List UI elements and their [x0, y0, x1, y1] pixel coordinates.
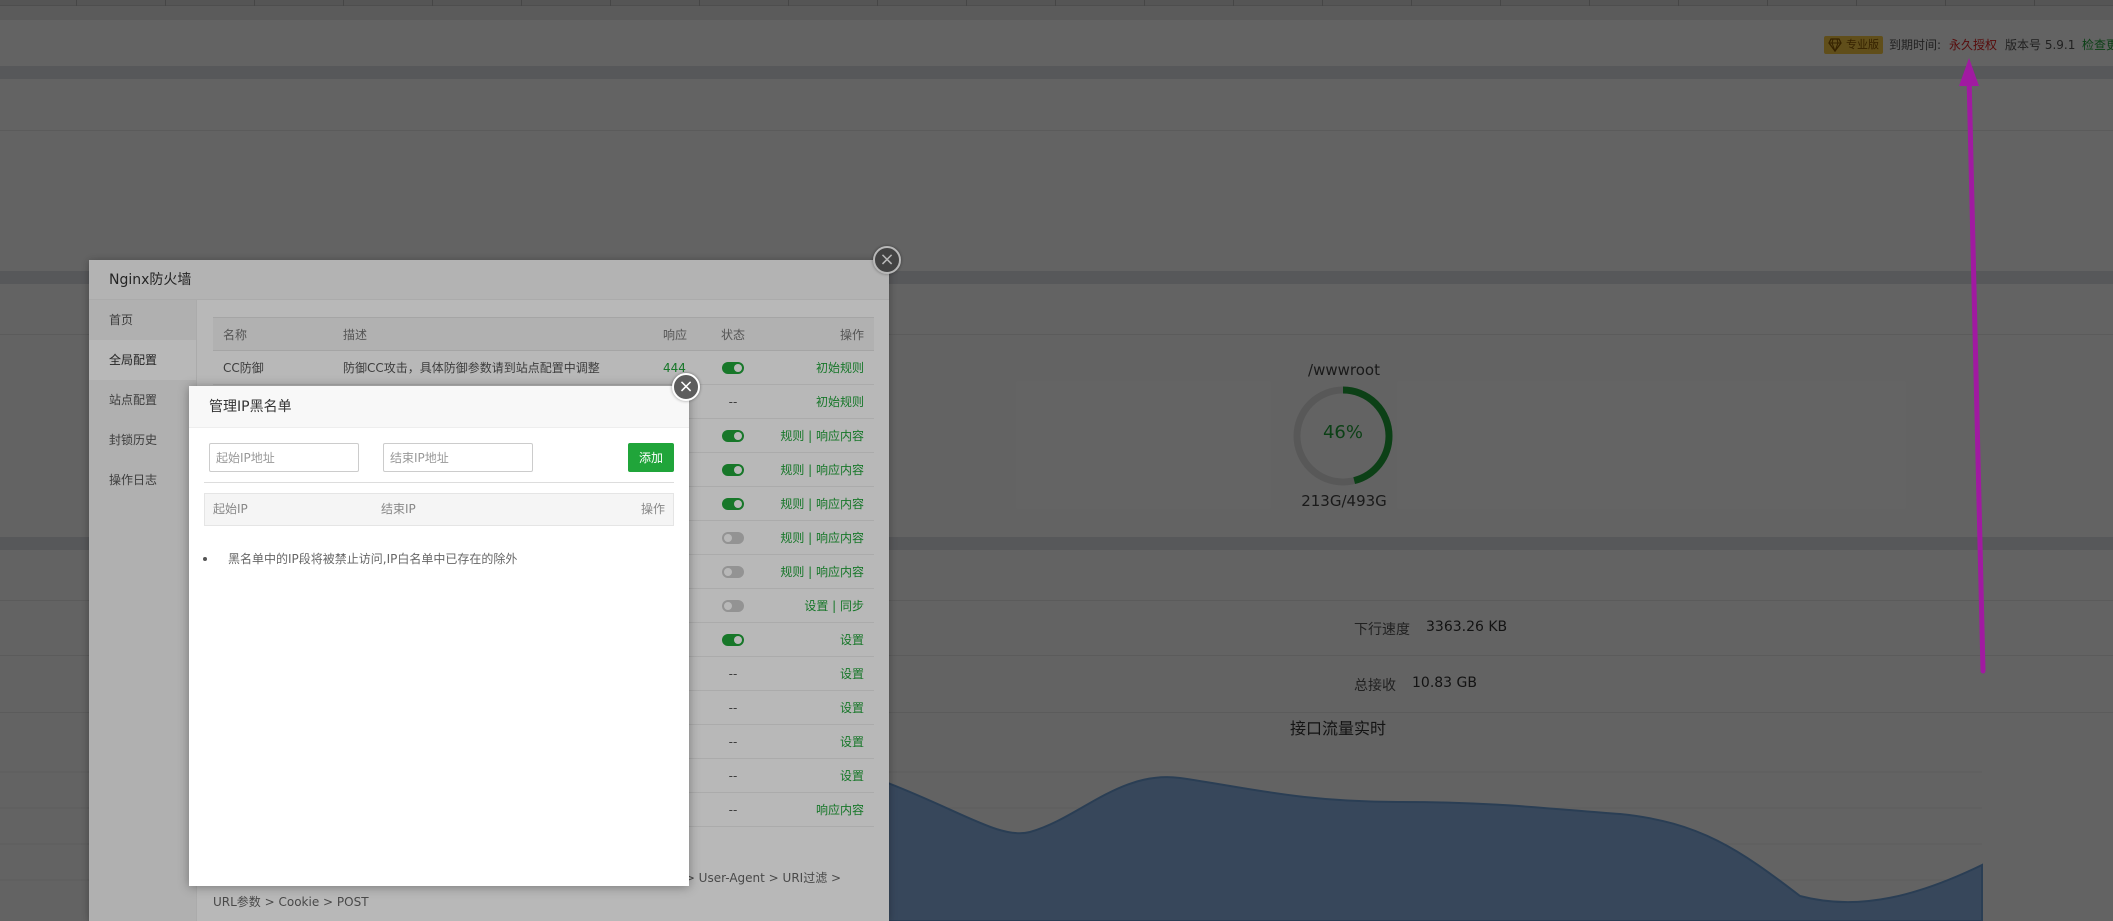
col-end-ip: 结束IP: [381, 502, 416, 516]
ip-blacklist-dialog: 管理IP黑名单 × 添加 起始IP 结束IP 操作 黑名单中的IP段将被禁止访问…: [189, 373, 700, 886]
blacklist-close-button[interactable]: ×: [672, 373, 700, 401]
col-start-ip: 起始IP: [213, 502, 248, 516]
end-ip-input[interactable]: [383, 443, 533, 472]
blacklist-tip: 黑名单中的IP段将被禁止访问,IP白名单中已存在的除外: [228, 552, 518, 566]
add-button[interactable]: 添加: [628, 443, 674, 472]
blacklist-table-header: 起始IP 结束IP 操作: [204, 493, 674, 526]
divider: [204, 482, 674, 483]
start-ip-input[interactable]: [209, 443, 359, 472]
blacklist-title: 管理IP黑名单: [189, 386, 689, 428]
col-operation: 操作: [640, 502, 665, 516]
bullet-icon: [203, 557, 207, 561]
